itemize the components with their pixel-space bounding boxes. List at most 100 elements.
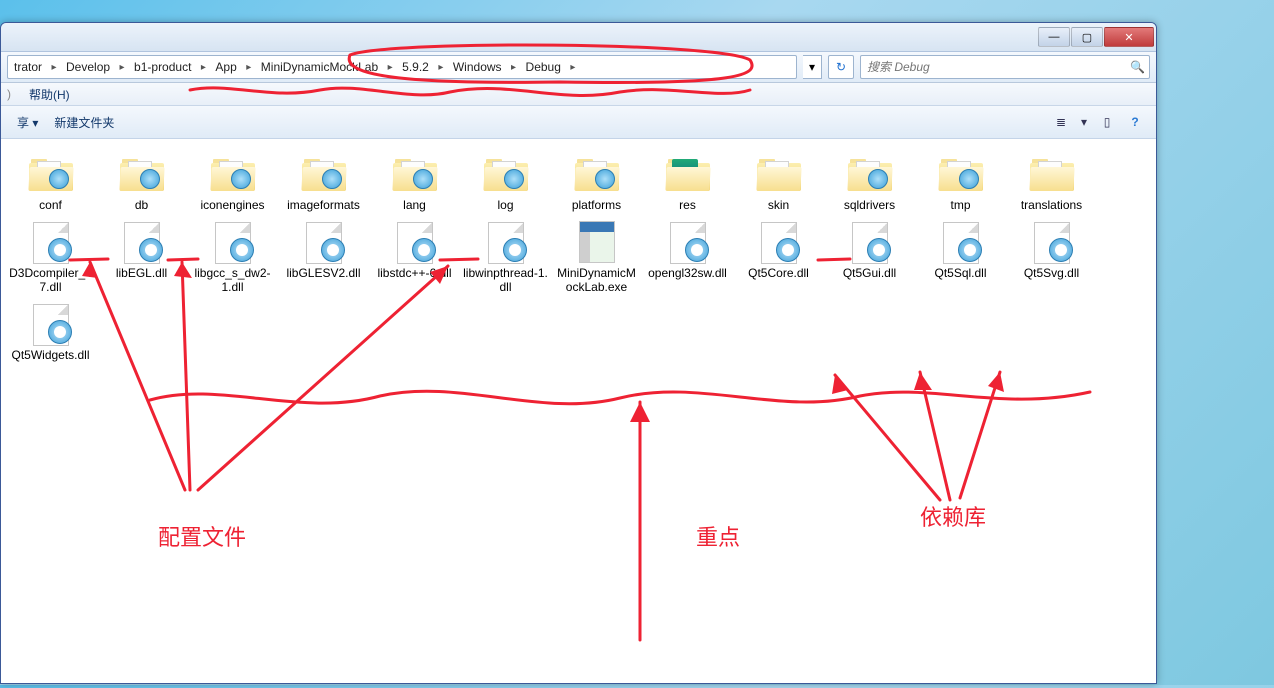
folder-item[interactable]: imageformats (278, 149, 369, 217)
breadcrumb-segment[interactable]: Develop (60, 56, 116, 78)
folder-item[interactable]: tmp (915, 149, 1006, 217)
breadcrumb-segment[interactable]: App (209, 56, 242, 78)
item-label: tmp (948, 198, 972, 212)
dll-file-icon (664, 222, 712, 262)
file-item[interactable]: Qt5Widgets.dll (5, 299, 96, 367)
chevron-right-icon[interactable]: ▸ (243, 62, 255, 73)
file-item[interactable]: libgcc_s_dw2-1.dll (187, 217, 278, 299)
item-label: translations (1019, 198, 1084, 212)
titlebar: — ▢ ✕ (1, 23, 1156, 52)
preview-pane-button[interactable]: ▯ (1094, 110, 1120, 134)
dll-file-icon (118, 222, 166, 262)
chevron-right-icon[interactable]: ▸ (48, 62, 60, 73)
folder-icon (1028, 154, 1076, 194)
folder-item[interactable]: skin (733, 149, 824, 217)
file-item[interactable]: libGLESV2.dll (278, 217, 369, 299)
menu-bar: ) 帮助(H) (1, 83, 1156, 106)
new-folder-button[interactable]: 新建文件夹 (46, 111, 122, 134)
file-item[interactable]: libwinpthread-1.dll (460, 217, 551, 299)
view-mode-button[interactable]: ≣ (1048, 110, 1074, 134)
file-pane[interactable]: conf db iconengines imageformatslang log plat… (1, 139, 1156, 684)
breadcrumb-segment[interactable]: MiniDynamicMockLab (255, 56, 384, 78)
address-dropdown[interactable]: ▾ (803, 55, 822, 79)
item-label: skin (766, 198, 791, 212)
minimize-button[interactable]: — (1038, 27, 1070, 47)
share-button[interactable]: 享 ▾ (9, 111, 46, 134)
folder-icon (846, 154, 894, 194)
folder-item[interactable]: conf (5, 149, 96, 217)
chevron-right-icon[interactable]: ▸ (197, 62, 209, 73)
file-item[interactable]: libEGL.dll (96, 217, 187, 299)
chevron-right-icon[interactable]: ▸ (508, 62, 520, 73)
chevron-right-icon[interactable]: ▸ (384, 62, 396, 73)
item-label: Qt5Core.dll (746, 266, 811, 280)
item-label: libEGL.dll (114, 266, 169, 280)
refresh-button[interactable]: ↻ (828, 55, 854, 79)
chevron-down-icon: ▾ (1081, 115, 1087, 129)
refresh-icon: ↻ (836, 60, 846, 74)
breadcrumb-segment[interactable]: Debug (520, 56, 567, 78)
file-item[interactable]: libstdc++-6.dll (369, 217, 460, 299)
folder-item[interactable]: iconengines (187, 149, 278, 217)
file-item-exe[interactable]: MiniDynamicMockLab.exe (551, 217, 642, 299)
breadcrumb-segment[interactable]: b1-product (128, 56, 197, 78)
breadcrumb-segment[interactable]: Windows (447, 56, 508, 78)
folder-icon (573, 154, 621, 194)
file-item[interactable]: Qt5Sql.dll (915, 217, 1006, 299)
item-label: db (133, 198, 150, 212)
dll-file-icon (1028, 222, 1076, 262)
breadcrumb[interactable]: trator▸Develop▸b1-product▸App▸MiniDynami… (7, 55, 797, 79)
folder-icon (755, 154, 803, 194)
exe-file-icon (573, 222, 621, 262)
file-item[interactable]: D3Dcompiler_47.dll (5, 217, 96, 299)
close-button[interactable]: ✕ (1104, 27, 1154, 47)
item-label: Qt5Sql.dll (932, 266, 988, 280)
breadcrumb-segment[interactable]: 5.9.2 (396, 56, 435, 78)
item-label: platforms (570, 198, 623, 212)
dll-file-icon (391, 222, 439, 262)
breadcrumb-segment[interactable]: trator (8, 56, 48, 78)
item-label: D3Dcompiler_47.dll (6, 266, 95, 294)
folder-icon (118, 154, 166, 194)
item-label: sqldrivers (842, 198, 897, 212)
item-label: iconengines (198, 198, 266, 212)
item-label: log (495, 198, 515, 212)
folder-item[interactable]: lang (369, 149, 460, 217)
file-item[interactable]: Qt5Svg.dll (1006, 217, 1097, 299)
file-item[interactable]: Qt5Gui.dll (824, 217, 915, 299)
dll-file-icon (27, 304, 75, 344)
search-icon: 🔍 (1130, 60, 1145, 74)
folder-item[interactable]: sqldrivers (824, 149, 915, 217)
preview-icon: ▯ (1104, 115, 1111, 129)
help-button[interactable]: ? (1122, 110, 1148, 134)
folder-icon (209, 154, 257, 194)
folder-item[interactable]: res (642, 149, 733, 217)
file-item[interactable]: opengl32sw.dll (642, 217, 733, 299)
folder-icon (937, 154, 985, 194)
search-input[interactable] (865, 59, 1130, 75)
item-label: Qt5Gui.dll (841, 266, 898, 280)
folder-item[interactable]: db (96, 149, 187, 217)
folder-item[interactable]: translations (1006, 149, 1097, 217)
file-item[interactable]: Qt5Core.dll (733, 217, 824, 299)
item-label: res (677, 198, 698, 212)
folder-icon (664, 154, 712, 194)
dll-file-icon (846, 222, 894, 262)
maximize-icon: ▢ (1082, 31, 1092, 44)
folder-icon (482, 154, 530, 194)
folder-item[interactable]: log (460, 149, 551, 217)
dll-file-icon (27, 222, 75, 262)
chevron-right-icon[interactable]: ▸ (116, 62, 128, 73)
chevron-right-icon[interactable]: ▸ (567, 62, 579, 73)
toolbar: 享 ▾ 新建文件夹 ≣ ▾ ▯ ? (1, 106, 1156, 139)
folder-item[interactable]: platforms (551, 149, 642, 217)
dll-file-icon (937, 222, 985, 262)
view-mode-dropdown[interactable]: ▾ (1076, 110, 1092, 134)
maximize-button[interactable]: ▢ (1071, 27, 1103, 47)
explorer-window: — ▢ ✕ trator▸Develop▸b1-product▸App▸Mini… (0, 22, 1157, 684)
chevron-right-icon[interactable]: ▸ (435, 62, 447, 73)
item-label: MiniDynamicMockLab.exe (552, 266, 641, 294)
menu-help[interactable]: 帮助(H) (21, 83, 78, 106)
item-label: libgcc_s_dw2-1.dll (188, 266, 277, 294)
search-box[interactable]: 🔍 (860, 55, 1150, 79)
